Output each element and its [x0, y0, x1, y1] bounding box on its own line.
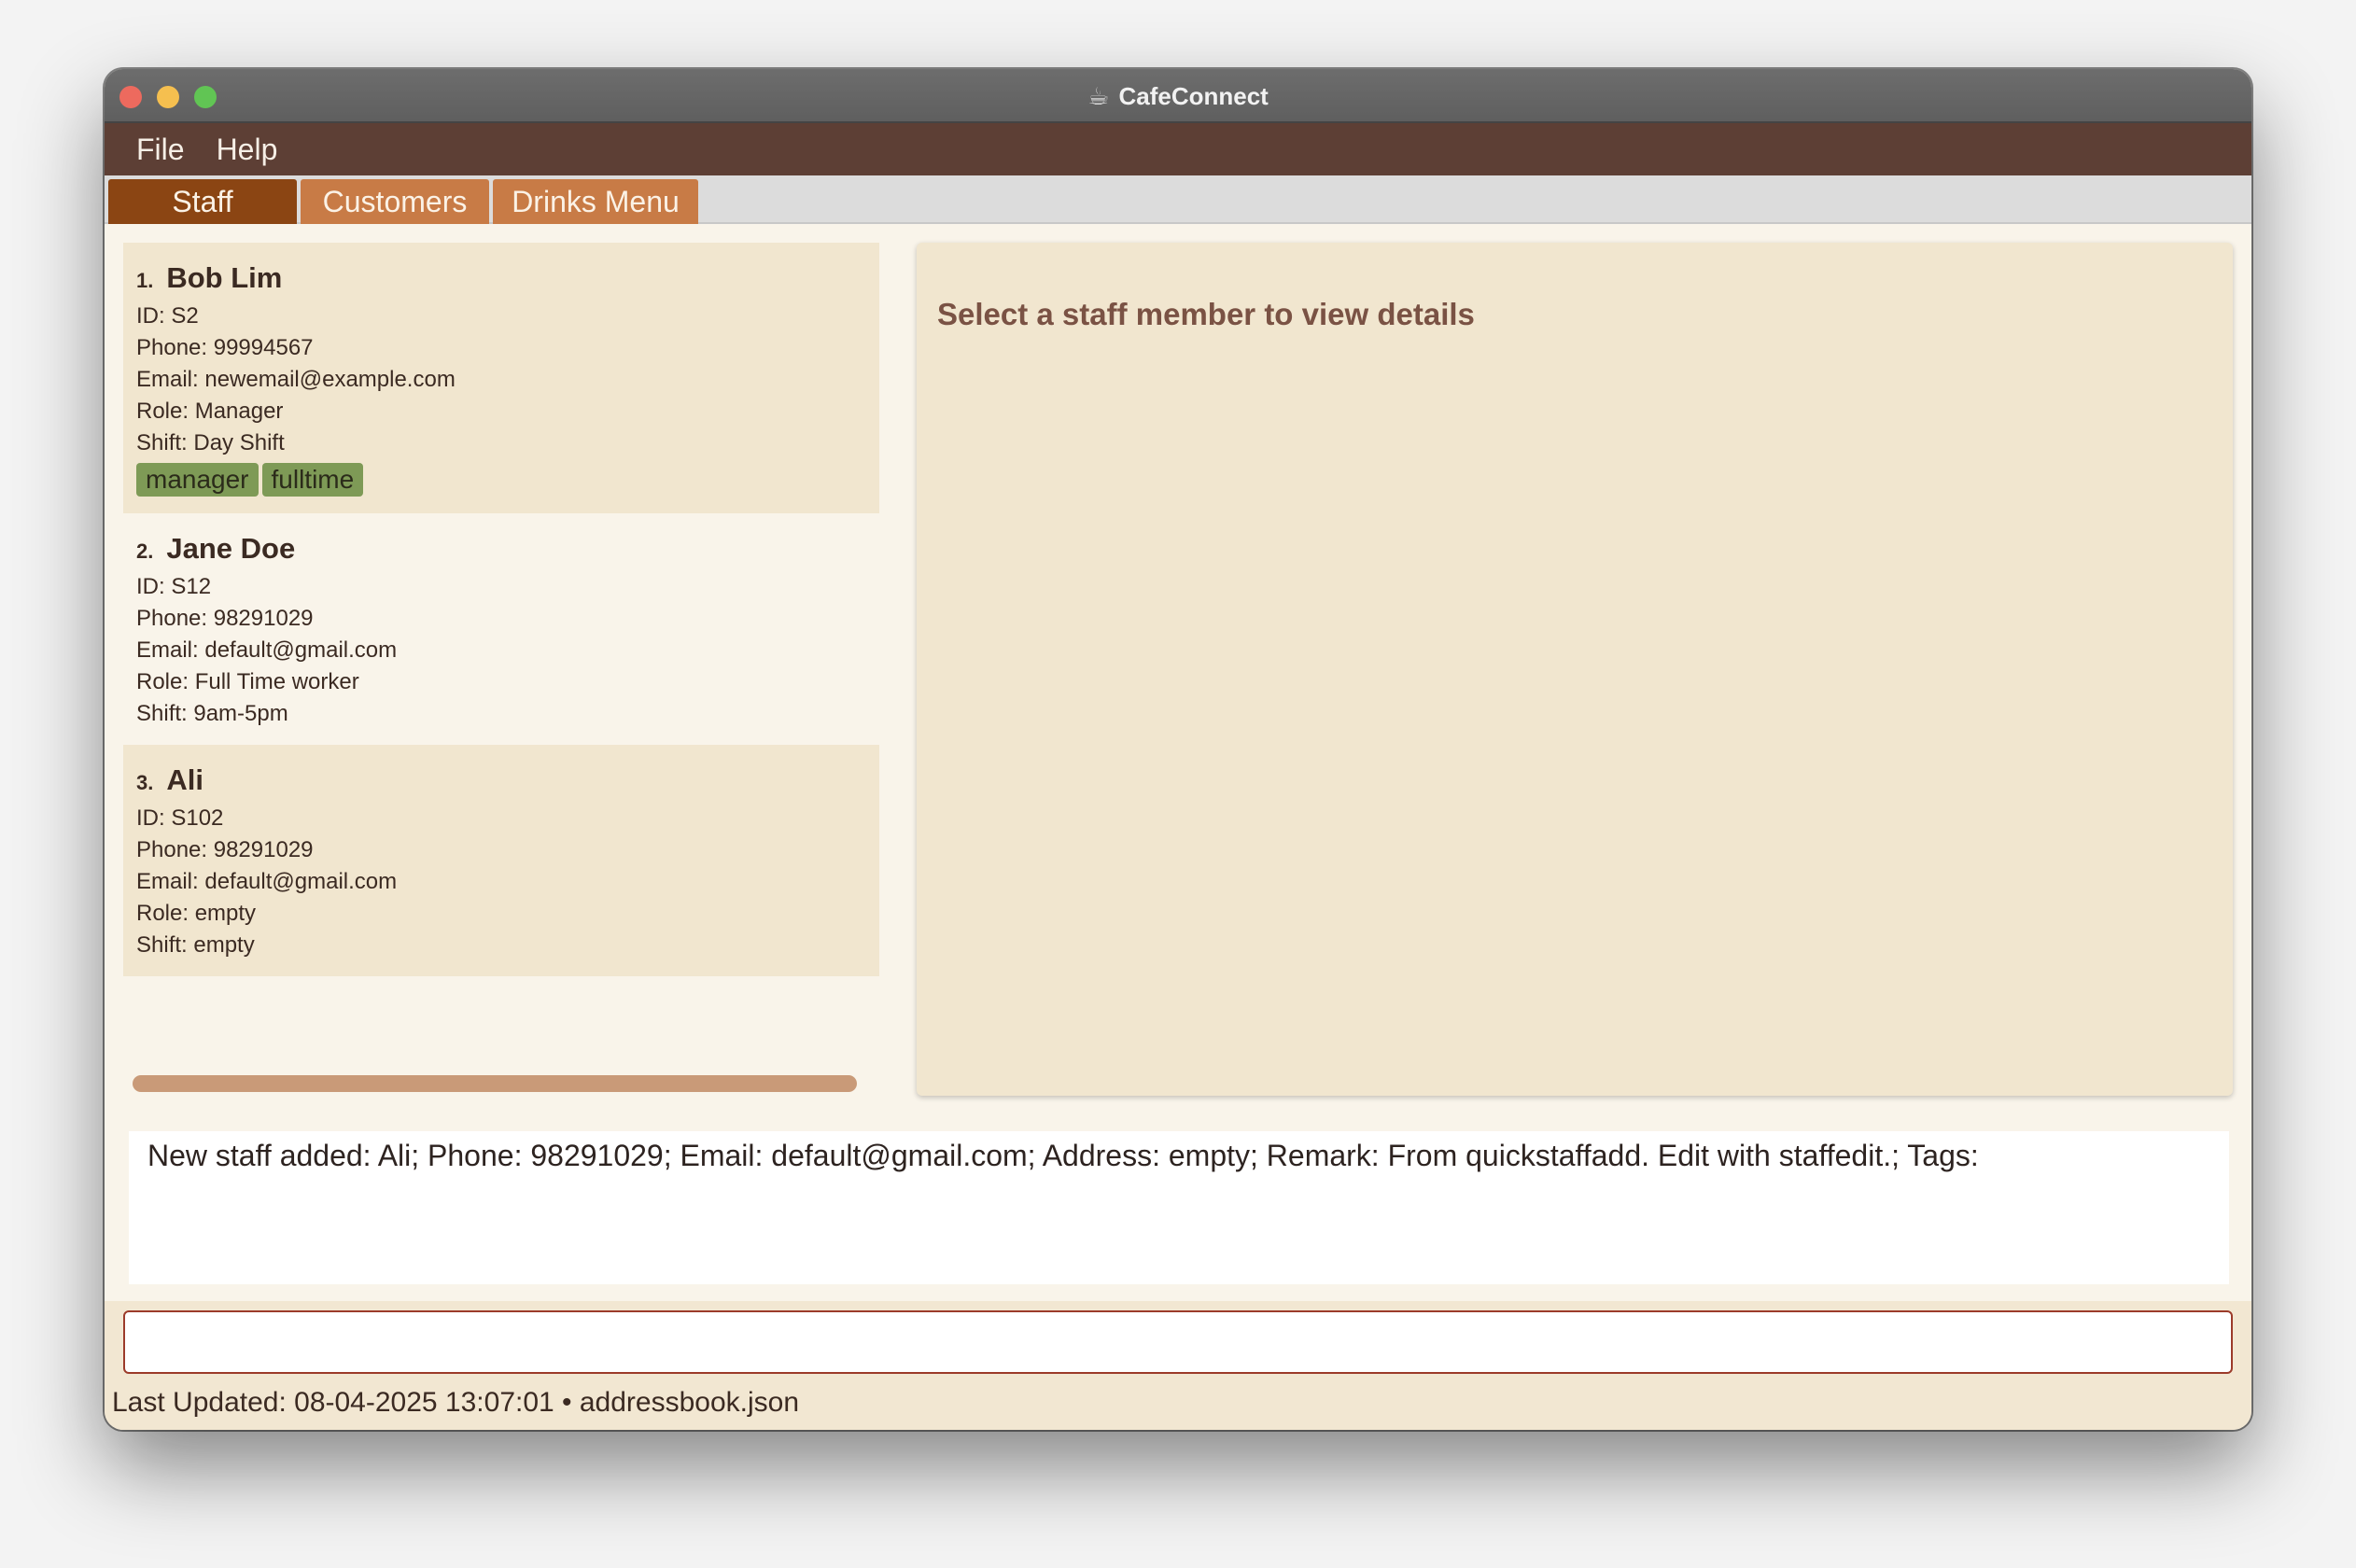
status-bar: Last Updated: 08-04-2025 13:07:01 • addr… — [112, 1387, 800, 1418]
window-title-group: ☕ CafeConnect — [105, 69, 2251, 123]
staff-shift: Shift: empty — [136, 932, 255, 958]
coffee-cup-icon: ☕ — [1087, 81, 1110, 110]
tab-staff[interactable]: Staff — [108, 179, 297, 224]
staff-name: Jane Doe — [166, 532, 296, 565]
staff-id: ID: S102 — [136, 805, 224, 831]
staff-index: 3. — [136, 771, 154, 794]
staff-phone: Phone: 98291029 — [136, 837, 314, 862]
staff-card[interactable]: 3. Ali ID: S102 Phone: 98291029 Email: d… — [123, 745, 879, 976]
menu-file[interactable]: File — [136, 133, 185, 167]
staff-card-header: 2. Jane Doe — [136, 532, 866, 566]
command-area: Last Updated: 08-04-2025 13:07:01 • addr… — [105, 1301, 2251, 1430]
staff-card[interactable]: 1. Bob Lim ID: S2 Phone: 99994567 Email:… — [123, 243, 879, 513]
staff-detail-panel: Select a staff member to view details — [917, 243, 2233, 1096]
window-title: CafeConnect — [1118, 81, 1269, 110]
staff-card[interactable]: 2. Jane Doe ID: S12 Phone: 98291029 Emai… — [123, 513, 879, 745]
staff-role: Role: Full Time worker — [136, 669, 359, 694]
staff-phone: Phone: 98291029 — [136, 606, 314, 631]
staff-name: Ali — [166, 763, 203, 796]
detail-placeholder-text: Select a staff member to view details — [937, 297, 1475, 331]
horizontal-scrollbar[interactable] — [133, 1075, 857, 1092]
tab-customers[interactable]: Customers — [301, 179, 489, 224]
staff-shift: Shift: Day Shift — [136, 430, 285, 455]
tab-bar: Staff Customers Drinks Menu — [105, 175, 2251, 224]
staff-id: ID: S2 — [136, 303, 199, 329]
staff-index: 2. — [136, 539, 154, 563]
staff-email: Email: default@gmail.com — [136, 637, 398, 663]
result-display[interactable]: New staff added: Ali; Phone: 98291029; E… — [129, 1131, 2229, 1284]
staff-card-header: 3. Ali — [136, 763, 866, 797]
staff-tags: manager fulltime — [136, 463, 866, 497]
staff-shift: Shift: 9am-5pm — [136, 701, 288, 726]
title-bar: ☕ CafeConnect — [105, 69, 2251, 123]
staff-role: Role: Manager — [136, 399, 284, 424]
tag-badge: manager — [136, 463, 259, 497]
command-input[interactable] — [123, 1310, 2233, 1374]
staff-role: Role: empty — [136, 901, 257, 926]
menu-bar: File Help — [105, 123, 2251, 175]
staff-email: Email: newemail@example.com — [136, 367, 456, 392]
staff-phone: Phone: 99994567 — [136, 335, 314, 360]
staff-email: Email: default@gmail.com — [136, 869, 398, 894]
tag-badge: fulltime — [261, 463, 364, 497]
app-window: ☕ CafeConnect File Help Staff Customers … — [105, 69, 2251, 1430]
tab-drinks-menu[interactable]: Drinks Menu — [493, 179, 698, 224]
staff-name: Bob Lim — [166, 261, 283, 294]
staff-list[interactable]: 1. Bob Lim ID: S2 Phone: 99994567 Email:… — [123, 243, 879, 1098]
staff-id: ID: S12 — [136, 574, 212, 599]
staff-index: 1. — [136, 269, 154, 292]
menu-help[interactable]: Help — [217, 133, 278, 167]
staff-card-header: 1. Bob Lim — [136, 261, 866, 295]
